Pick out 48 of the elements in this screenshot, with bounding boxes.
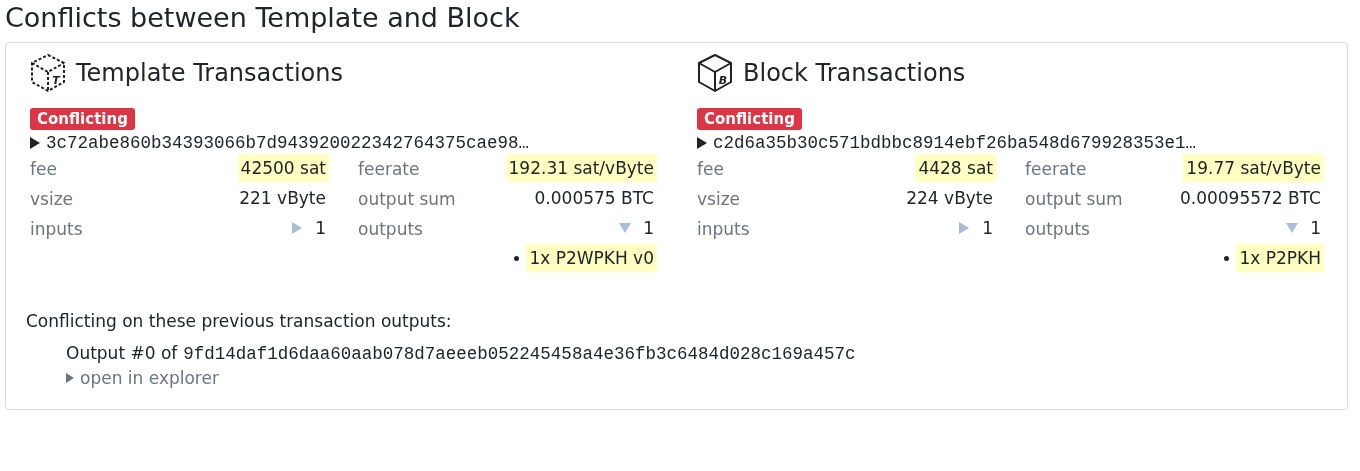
stat-label: output sum	[1025, 188, 1123, 211]
caret-right-icon	[30, 137, 40, 149]
txid-toggle[interactable]: c2d6a35b30c571bdbbc8914ebf26ba548d679928353e1…	[697, 133, 1197, 153]
stat-value: 42500 sat	[238, 155, 328, 181]
stat-value: 0.000575 BTC	[533, 187, 655, 210]
stat-label: feerate	[1025, 158, 1087, 181]
stat-label: feerate	[358, 158, 420, 181]
stat-label: inputs	[697, 218, 750, 241]
stat-label: vsize	[697, 188, 741, 211]
stat-value: 1	[642, 217, 655, 240]
output-label: Output #0 of	[66, 343, 178, 363]
stat-value: 1	[1309, 217, 1322, 240]
output-type: 1x P2WPKH v0	[527, 245, 656, 271]
stat-value: 224 vByte	[905, 187, 994, 210]
stat-value: 4428 sat	[916, 155, 995, 181]
cube-icon: B	[697, 53, 733, 93]
panel-heading: Block Transactions	[743, 59, 966, 87]
stat-value: 1	[981, 217, 994, 240]
caret-right-icon	[697, 137, 707, 149]
txid-toggle[interactable]: 3c72abe860b34393066b7d943920022342764375cae98…	[30, 133, 530, 153]
caret-down-icon[interactable]	[1286, 222, 1299, 234]
stat-value: 192.31 sat/vByte	[506, 155, 656, 181]
stat-label: inputs	[30, 218, 83, 241]
caret-right-icon[interactable]	[291, 222, 304, 234]
caret-right-icon[interactable]	[958, 222, 971, 234]
stat-label: outputs	[358, 218, 423, 241]
output-type: 1x P2PKH	[1237, 245, 1323, 271]
stat-value: 0.00095572 BTC	[1178, 187, 1322, 210]
page-title: Conflicts between Template and Block	[5, 1, 521, 35]
stat-label: fee	[30, 158, 57, 181]
bullet-icon	[514, 255, 520, 261]
panel-heading: Template Transactions	[76, 59, 343, 87]
caret-down-icon[interactable]	[619, 222, 632, 234]
output-txid: 9fd14daf1d6daa60aab078d7aeeeb052245458a4e36fb3c6484d028c169a457c	[183, 344, 856, 364]
conflicting-badge: Conflicting	[30, 108, 135, 130]
stat-label: fee	[697, 158, 724, 181]
explorer-toggle[interactable]: open in explorer	[66, 368, 219, 388]
stat-value: 19.77 sat/vByte	[1184, 155, 1323, 181]
stat-label: outputs	[1025, 218, 1090, 241]
bullet-icon	[1224, 255, 1230, 261]
cube-icon: T	[30, 53, 66, 93]
caret-right-icon	[66, 373, 74, 383]
conflicts-heading: Conflicting on these previous transaction outputs:	[26, 311, 453, 331]
conflicting-badge: Conflicting	[697, 108, 802, 130]
stat-value: 1	[314, 217, 327, 240]
stat-label: vsize	[30, 188, 74, 211]
stat-value: 221 vByte	[238, 187, 327, 210]
stat-label: output sum	[358, 188, 456, 211]
